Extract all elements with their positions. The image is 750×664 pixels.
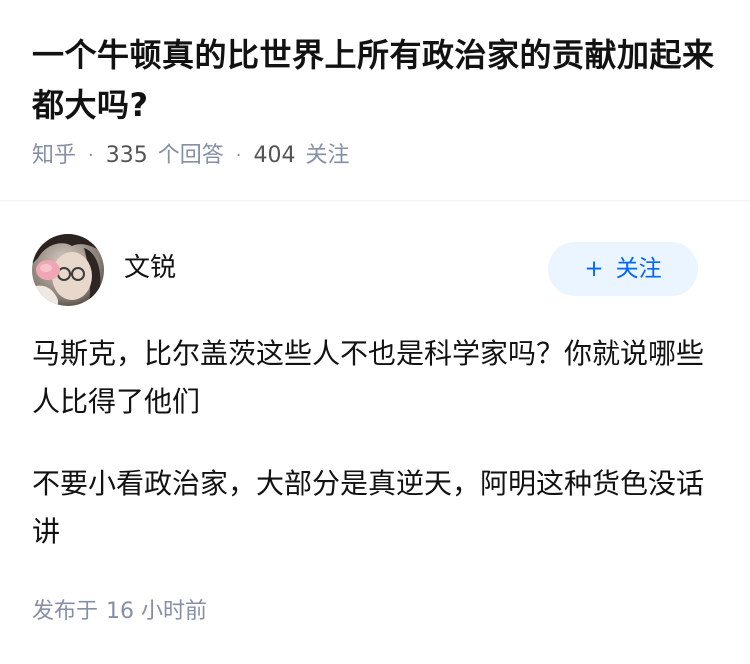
answer-count-label: 个回答 — [157, 143, 224, 168]
published-time: 发布于 16 小时前 — [32, 596, 207, 628]
question-meta: 知乎 · 335 个回答 · 404 关注 — [32, 140, 724, 172]
answer-body[interactable]: 马斯克，比尔盖茨这些人不也是科学家吗？你就说哪些人比得了他们 不要小看政治家，大… — [32, 330, 712, 590]
follower-count-label: 关注 — [305, 143, 350, 168]
meta-separator: · — [88, 145, 94, 166]
avatar[interactable] — [32, 234, 104, 306]
answer-count: 335 — [105, 143, 148, 168]
author-row: 文锐 + 关注 — [32, 234, 718, 306]
follow-button[interactable]: + 关注 — [548, 242, 698, 296]
question-header: 一个牛顿真的比世界上所有政治家的贡献加起来都大吗? 知乎 · 335 个回答 ·… — [32, 30, 724, 172]
published-time-value: 16 小时前 — [106, 599, 208, 624]
published-prefix: 发布于 — [32, 599, 99, 624]
meta-separator: · — [235, 145, 242, 166]
follower-count: 404 — [253, 143, 296, 168]
answer-paragraph: 不要小看政治家，大部分是真逆天，阿明这种货色没话讲 — [32, 467, 705, 548]
question-title[interactable]: 一个牛顿真的比世界上所有政治家的贡献加起来都大吗? — [32, 30, 724, 130]
answer-paragraph: 马斯克，比尔盖茨这些人不也是科学家吗？你就说哪些人比得了他们 — [32, 337, 705, 418]
author-name[interactable]: 文锐 — [124, 250, 176, 286]
follow-label: 关注 — [615, 256, 662, 282]
avatar-photo-icon — [32, 234, 104, 306]
source-label[interactable]: 知乎 — [32, 140, 76, 172]
section-divider — [0, 200, 750, 201]
plus-icon: + — [584, 256, 604, 282]
